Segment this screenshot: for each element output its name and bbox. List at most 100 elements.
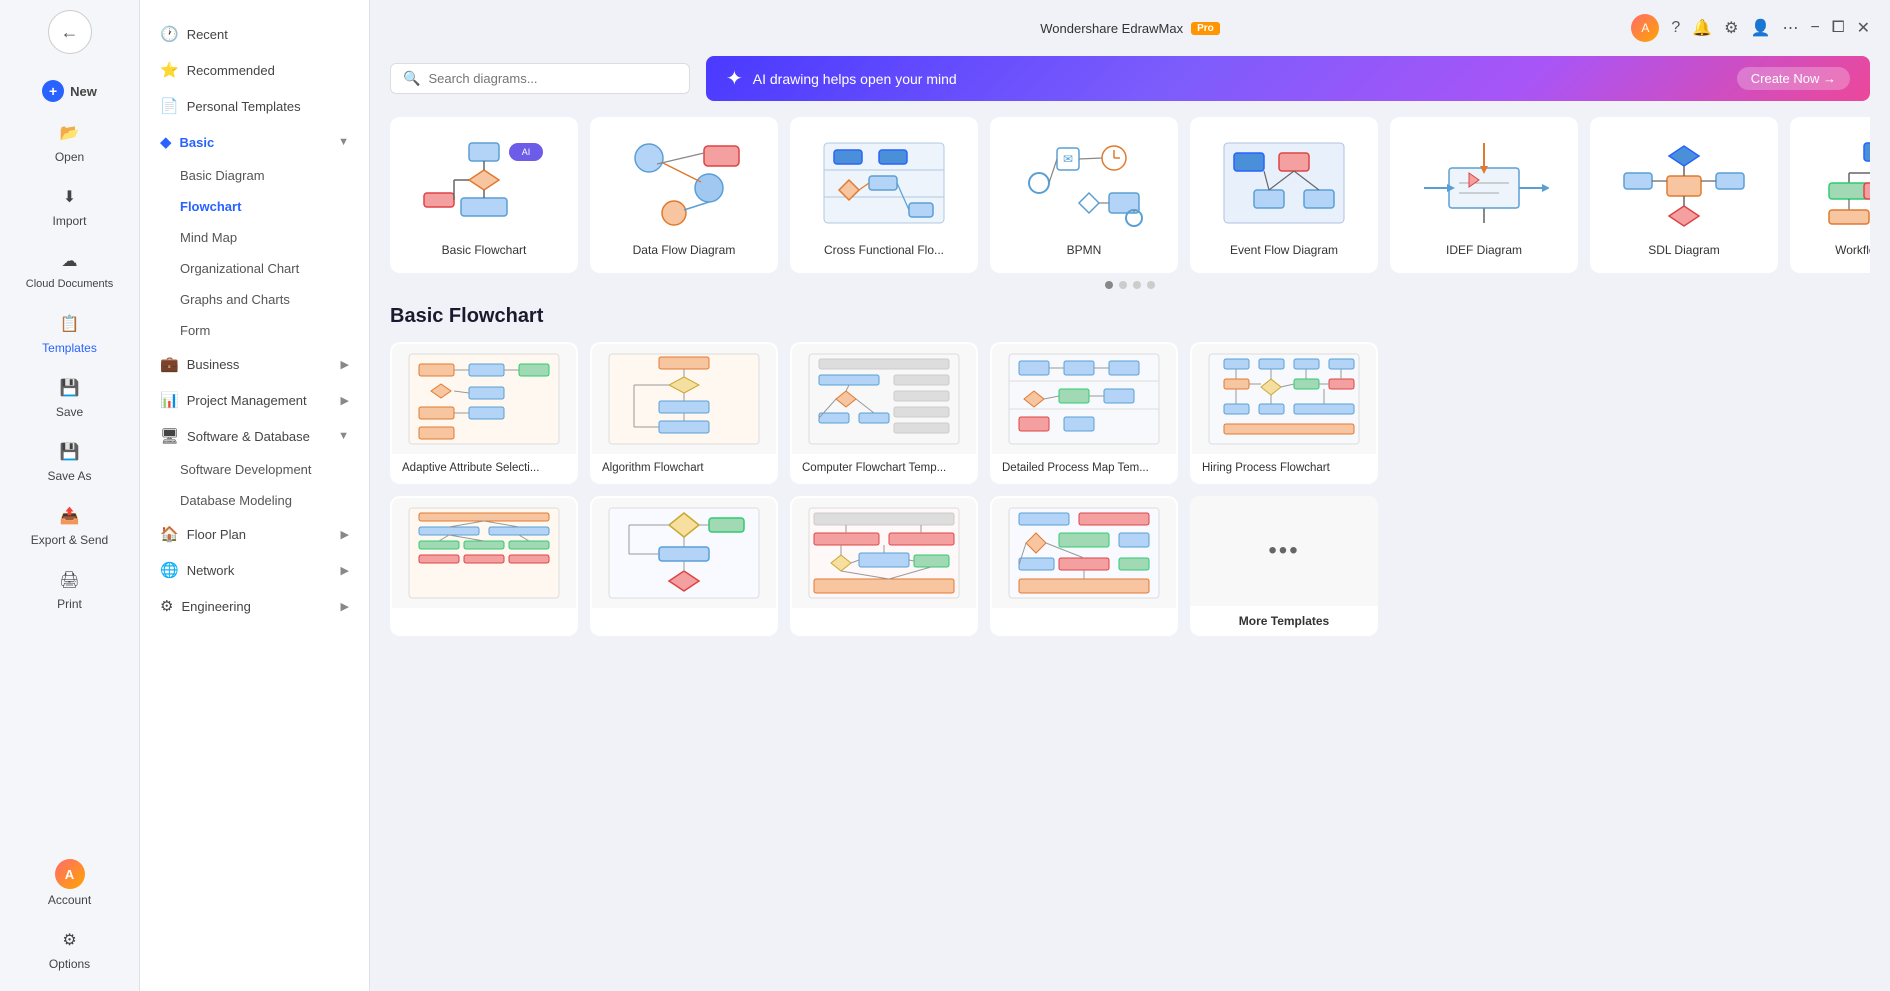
nav-item-personal[interactable]: 📄 Personal Templates <box>140 88 369 124</box>
tcard-label-computer: Computer Flowchart Temp... <box>792 454 976 482</box>
notification-icon[interactable]: 🔔 <box>1692 18 1712 38</box>
basic-icon: ◆ <box>160 133 172 151</box>
diagram-card-idef[interactable]: IDEF Diagram <box>1390 117 1578 273</box>
sidebar-item-export[interactable]: 📤 Export & Send <box>0 493 139 557</box>
card-label-bpmn: BPMN <box>1006 243 1162 257</box>
pro-badge: Pro <box>1191 22 1220 35</box>
tcard-img-t7 <box>592 498 776 608</box>
engineering-chevron: ▶ <box>341 600 349 613</box>
sidebar-item-import[interactable]: ⬇ Import <box>0 174 139 238</box>
help-icon[interactable]: ? <box>1671 19 1680 37</box>
nav-section-floor-plan[interactable]: 🏠 Floor Plan ▶ <box>140 516 369 552</box>
card-label-sdl: SDL Diagram <box>1606 243 1762 257</box>
dot-1[interactable] <box>1105 281 1113 289</box>
card-label-idef: IDEF Diagram <box>1406 243 1562 257</box>
cloud-icon: ☁ <box>57 248 83 274</box>
template-card-t9[interactable] <box>990 496 1178 636</box>
template-card-detailed[interactable]: Detailed Process Map Tem... <box>990 342 1178 484</box>
nav-section-software[interactable]: 🖥 Software & Database ▼ <box>140 418 369 454</box>
diagram-card-basic-flowchart[interactable]: AI Basic Flowchart <box>390 117 578 273</box>
ai-banner[interactable]: ✦ AI drawing helps open your mind Create… <box>706 56 1870 101</box>
maximize-button[interactable]: ⧠ <box>1832 19 1845 37</box>
account-label: Account <box>48 893 91 907</box>
tcard-label-hiring: Hiring Process Flowchart <box>1192 454 1376 482</box>
nav-section-network[interactable]: 🌐 Network ▶ <box>140 552 369 588</box>
diagram-card-event-flow[interactable]: Event Flow Diagram <box>1190 117 1378 273</box>
nav-sub-graphs[interactable]: Graphs and Charts <box>140 284 369 315</box>
save-as-label: Save As <box>47 469 91 483</box>
dot-2[interactable] <box>1119 281 1127 289</box>
nav-recommended-label: Recommended <box>187 63 275 78</box>
tcard-img-t8 <box>792 498 976 608</box>
template-card-hiring[interactable]: Hiring Process Flowchart <box>1190 342 1378 484</box>
back-button[interactable]: ← <box>48 10 92 54</box>
sidebar-item-print[interactable]: 🖨 Print <box>0 557 139 621</box>
sidebar-item-save[interactable]: 💾 Save <box>0 365 139 429</box>
more-icon[interactable]: ⋯ <box>1782 18 1798 38</box>
sidebar-item-options[interactable]: ⚙ Options <box>0 917 139 981</box>
sidebar-item-cloud[interactable]: ☁ Cloud Documents <box>0 238 139 301</box>
nav-section-basic[interactable]: ◆ Basic ▼ <box>140 124 369 160</box>
print-icon: 🖨 <box>57 567 83 593</box>
sidebar-item-new[interactable]: + New <box>0 72 139 110</box>
template-grid-row2: ••• More Templates <box>390 496 1870 636</box>
card-img-cross-functional <box>806 133 962 233</box>
new-label: New <box>70 84 97 99</box>
nav-sub-form[interactable]: Form <box>140 315 369 346</box>
diagram-card-data-flow[interactable]: Data Flow Diagram <box>590 117 778 273</box>
personal-icon: 📄 <box>160 97 179 115</box>
template-card-t7[interactable] <box>590 496 778 636</box>
avatar-top: A <box>1631 14 1659 42</box>
ai-create-button[interactable]: Create Now → <box>1737 67 1850 90</box>
tcard-label-algorithm: Algorithm Flowchart <box>592 454 776 482</box>
nav-item-recommended[interactable]: ⭐ Recommended <box>140 52 369 88</box>
tcard-img-algorithm <box>592 344 776 454</box>
diagram-card-workflow[interactable]: Workflow Diagram <box>1790 117 1870 273</box>
nav-section-project[interactable]: 📊 Project Management ▶ <box>140 382 369 418</box>
templates-label: Templates <box>42 341 97 355</box>
options-label: Options <box>49 957 90 971</box>
diagram-card-sdl[interactable]: SDL Diagram <box>1590 117 1778 273</box>
tcard-img-t9 <box>992 498 1176 608</box>
more-templates-card[interactable]: ••• More Templates <box>1190 496 1378 636</box>
search-input[interactable] <box>428 71 677 86</box>
sidebar-item-templates[interactable]: 📋 Templates <box>0 301 139 365</box>
template-card-adaptive[interactable]: Adaptive Attribute Selecti... <box>390 342 578 484</box>
floor-plan-chevron: ▶ <box>341 528 349 541</box>
project-chevron: ▶ <box>341 394 349 407</box>
nav-item-recent[interactable]: 🕐 Recent <box>140 16 369 52</box>
export-label: Export & Send <box>31 533 108 547</box>
nav-sub-flowchart[interactable]: Flowchart <box>140 191 369 222</box>
print-label: Print <box>57 597 82 611</box>
nav-section-engineering[interactable]: ⚙ Engineering ▶ <box>140 588 369 624</box>
template-card-computer[interactable]: Computer Flowchart Temp... <box>790 342 978 484</box>
nav-sub-org-chart[interactable]: Organizational Chart <box>140 253 369 284</box>
close-button[interactable]: ✕ <box>1857 18 1870 38</box>
nav-sub-database[interactable]: Database Modeling <box>140 485 369 516</box>
sidebar-item-open[interactable]: 📂 Open <box>0 110 139 174</box>
search-bar[interactable]: 🔍 <box>390 63 690 94</box>
search-icon: 🔍 <box>403 70 420 87</box>
top-row: 🔍 ✦ AI drawing helps open your mind Crea… <box>390 56 1870 101</box>
nav-section-business[interactable]: 💼 Business ▶ <box>140 346 369 382</box>
card-label-data-flow: Data Flow Diagram <box>606 243 762 257</box>
settings-icon[interactable]: ⚙ <box>1724 18 1738 38</box>
sidebar-item-account[interactable]: A Account <box>0 849 139 917</box>
nav-sub-basic-diagram[interactable]: Basic Diagram <box>140 160 369 191</box>
template-card-t8[interactable] <box>790 496 978 636</box>
user-icon[interactable]: 👤 <box>1751 18 1771 38</box>
nav-sub-software-dev[interactable]: Software Development <box>140 454 369 485</box>
template-card-algorithm[interactable]: Algorithm Flowchart <box>590 342 778 484</box>
nav-sub-mind-map[interactable]: Mind Map <box>140 222 369 253</box>
save-icon: 💾 <box>57 375 83 401</box>
template-card-t6[interactable] <box>390 496 578 636</box>
dot-4[interactable] <box>1147 281 1155 289</box>
minimize-button[interactable]: − <box>1810 19 1819 37</box>
diagram-card-cross-functional[interactable]: Cross Functional Flo... <box>790 117 978 273</box>
dot-3[interactable] <box>1133 281 1141 289</box>
nav-recent-label: Recent <box>187 27 228 42</box>
sidebar-icons: ← + New 📂 Open ⬇ Import ☁ Cloud Document… <box>0 0 140 991</box>
tcard-img-detailed <box>992 344 1176 454</box>
diagram-card-bpmn[interactable]: ✉ BPMN <box>990 117 1178 273</box>
sidebar-item-save-as[interactable]: 💾 Save As <box>0 429 139 493</box>
